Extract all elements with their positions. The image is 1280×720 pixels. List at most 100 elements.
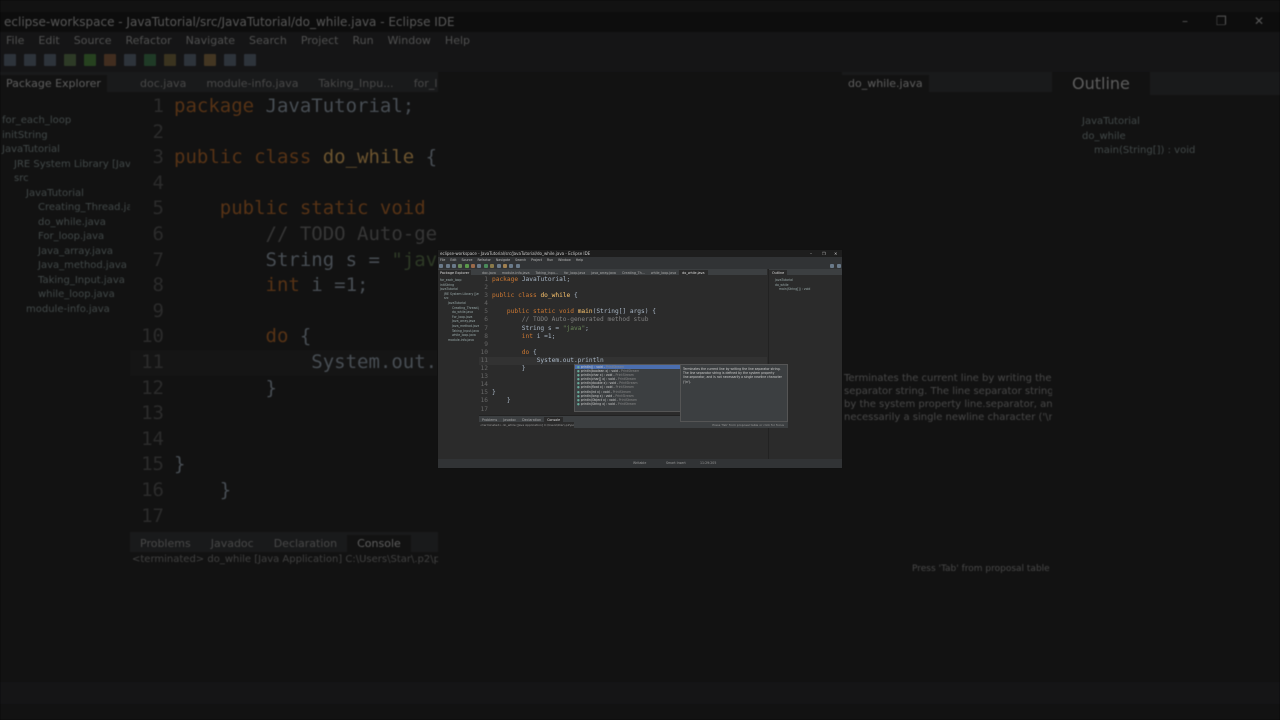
menu-search[interactable]: Search bbox=[515, 258, 526, 262]
editor-tab[interactable]: java_array.java bbox=[588, 270, 619, 275]
bg-external-tools-icon[interactable] bbox=[104, 54, 116, 66]
editor-tab[interactable]: module-info.java bbox=[499, 270, 533, 275]
new-icon[interactable] bbox=[439, 263, 444, 268]
bg-tree-item[interactable]: For_loop.java bbox=[0, 230, 130, 245]
bg-menu-source[interactable]: Source bbox=[74, 34, 112, 47]
bg-menu-window[interactable]: Window bbox=[388, 34, 431, 47]
bg-print-icon[interactable] bbox=[44, 54, 56, 66]
declaration-tab[interactable]: Declaration bbox=[519, 417, 544, 422]
menu-navigate[interactable]: Navigate bbox=[496, 258, 510, 262]
bg-tree-item[interactable]: for_each_loop bbox=[0, 114, 130, 129]
bg-tree-item[interactable]: while_loop.java bbox=[0, 288, 130, 303]
forward-icon[interactable] bbox=[515, 263, 520, 268]
bg-debug-icon[interactable] bbox=[64, 54, 76, 66]
bg-forward-icon[interactable] bbox=[244, 54, 256, 66]
editor-tab[interactable]: Creating_Th... bbox=[619, 270, 648, 275]
new-class-icon[interactable] bbox=[483, 263, 488, 268]
back-icon[interactable] bbox=[509, 263, 514, 268]
bg-editor-tab[interactable]: Taking_Inpu... bbox=[309, 75, 404, 92]
bg-package-explorer-tab[interactable]: Package Explorer bbox=[0, 75, 107, 92]
assist-item[interactable]: ● println(String x) : void - PrintStream bbox=[575, 402, 681, 406]
bg-new-icon[interactable] bbox=[4, 54, 16, 66]
bg-new-java-project-icon[interactable] bbox=[124, 54, 136, 66]
menu-window[interactable]: Window bbox=[558, 258, 571, 262]
open-type-icon[interactable] bbox=[490, 263, 495, 268]
javadoc-tab[interactable]: Javadoc bbox=[500, 417, 519, 422]
maximize-button[interactable]: ❐ bbox=[822, 251, 826, 256]
bg-outline-tree-item[interactable]: main(String[]) : void bbox=[1052, 144, 1280, 159]
bg-tree-item[interactable]: initString bbox=[0, 129, 130, 144]
bg-pen-icon[interactable] bbox=[204, 54, 216, 66]
bg-tree-item[interactable]: module-info.java bbox=[0, 303, 130, 318]
bg-menu-search[interactable]: Search bbox=[249, 34, 287, 47]
bg-tree-item[interactable]: JavaTutorial bbox=[0, 187, 130, 202]
bg-editor-tab[interactable]: for_loop.java bbox=[404, 75, 438, 92]
bg-menu-help[interactable]: Help bbox=[445, 34, 470, 47]
bg-tree-item[interactable]: JavaTutorial bbox=[0, 143, 130, 158]
menu-refactor[interactable]: Refactor bbox=[477, 258, 490, 262]
bg-menu-file[interactable]: File bbox=[6, 34, 24, 47]
external-tools-icon[interactable] bbox=[471, 263, 476, 268]
bg-menu-project[interactable]: Project bbox=[301, 34, 339, 47]
menu-project[interactable]: Project bbox=[531, 258, 542, 262]
bg-declaration-tab[interactable]: Declaration bbox=[264, 535, 347, 552]
content-assist-popup[interactable]: ● println() : void - PrintStream ● printl… bbox=[574, 364, 682, 412]
new-java-project-icon[interactable] bbox=[477, 263, 482, 268]
package-explorer-tab[interactable]: Package Explorer bbox=[438, 270, 472, 275]
bg-search-icon[interactable] bbox=[184, 54, 196, 66]
java-perspective-icon[interactable] bbox=[836, 263, 841, 268]
bg-problems-tab[interactable]: Problems bbox=[130, 535, 201, 552]
search-icon[interactable] bbox=[496, 263, 501, 268]
bg-run-icon[interactable] bbox=[84, 54, 96, 66]
bg-close-button[interactable]: ✕ bbox=[1254, 14, 1264, 28]
open-perspective-icon[interactable] bbox=[830, 263, 835, 268]
bg-maximize-button[interactable]: ❐ bbox=[1216, 14, 1227, 28]
run-icon[interactable] bbox=[464, 263, 469, 268]
bg-tree-item[interactable]: Creating_Thread.java bbox=[0, 201, 130, 216]
minimize-button[interactable]: – bbox=[810, 251, 812, 256]
editor-tab[interactable]: while_loop.java bbox=[648, 270, 679, 275]
console-tab[interactable]: Console bbox=[544, 417, 564, 422]
problems-tab[interactable]: Problems bbox=[479, 417, 500, 422]
editor-tab[interactable]: doc.java bbox=[479, 270, 499, 275]
print-icon[interactable] bbox=[451, 263, 456, 268]
bg-tree-item[interactable]: Taking_Input.java bbox=[0, 274, 130, 289]
save-icon[interactable] bbox=[445, 263, 450, 268]
bg-tree-item[interactable]: Java_method.java bbox=[0, 259, 130, 274]
bg-outline-tree-item[interactable]: do_while bbox=[1052, 130, 1280, 145]
bg-menu-edit[interactable]: Edit bbox=[38, 34, 59, 47]
bg-code-area[interactable]: 1 package JavaTutorial; 2 3 public class do_… bbox=[130, 92, 438, 529]
editor-tab[interactable]: Taking_Inpu... bbox=[533, 270, 562, 275]
menu-run[interactable]: Run bbox=[547, 258, 553, 262]
bg-outline-tree-item[interactable]: JavaTutorial bbox=[1052, 115, 1280, 130]
bg-editor-tab[interactable]: doc.java bbox=[130, 75, 196, 92]
bg-minimize-button[interactable]: – bbox=[1182, 14, 1188, 28]
menu-source[interactable]: Source bbox=[462, 258, 473, 262]
menu-help[interactable]: Help bbox=[576, 258, 583, 262]
bg-tree-item[interactable]: src bbox=[0, 172, 130, 187]
outline-tree-item[interactable]: main(String[]) : void bbox=[769, 287, 842, 292]
bg-menu-run[interactable]: Run bbox=[352, 34, 373, 47]
bg-tree-item[interactable]: Java_array.java bbox=[0, 245, 130, 260]
editor-tab[interactable]: do_while.java bbox=[679, 270, 708, 275]
tree-item[interactable]: module-info.java bbox=[438, 338, 479, 343]
bg-open-type-icon[interactable] bbox=[164, 54, 176, 66]
bg-menu-refactor[interactable]: Refactor bbox=[126, 34, 172, 47]
close-button[interactable]: ✕ bbox=[834, 251, 837, 256]
bg-javadoc-tab[interactable]: Javadoc bbox=[201, 535, 264, 552]
menu-edit[interactable]: Edit bbox=[450, 258, 456, 262]
bg-active-editor-tab[interactable]: do_while.java bbox=[842, 75, 929, 92]
bg-outline-tab[interactable]: Outline bbox=[1052, 72, 1150, 95]
outline-tab[interactable]: Outline bbox=[769, 270, 788, 275]
debug-icon[interactable] bbox=[458, 263, 463, 268]
bg-editor-tab[interactable]: module-info.java bbox=[196, 75, 308, 92]
bg-new-class-icon[interactable] bbox=[144, 54, 156, 66]
bg-save-icon[interactable] bbox=[24, 54, 36, 66]
bg-console-tab[interactable]: Console bbox=[347, 535, 411, 552]
bg-tree-item[interactable]: JRE System Library [JavaSE-17] bbox=[0, 158, 130, 173]
bg-menu-navigate[interactable]: Navigate bbox=[186, 34, 235, 47]
menu-file[interactable]: File bbox=[440, 258, 445, 262]
pen-icon[interactable] bbox=[502, 263, 507, 268]
editor-tab[interactable]: for_loop.java bbox=[561, 270, 588, 275]
bg-back-icon[interactable] bbox=[224, 54, 236, 66]
